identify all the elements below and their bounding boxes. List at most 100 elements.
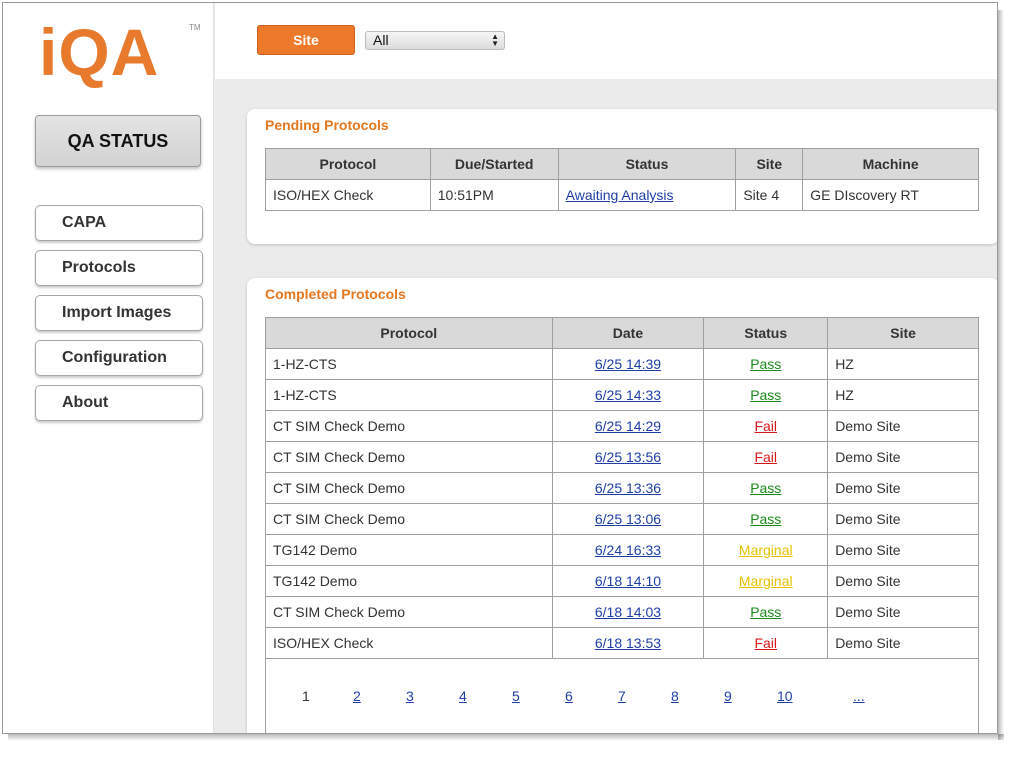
date-cell: 6/24 16:33 bbox=[551, 534, 705, 566]
status-link[interactable]: Marginal bbox=[739, 542, 793, 558]
page-link[interactable]: 6 bbox=[565, 688, 573, 704]
machine-cell: GE DIscovery RT bbox=[802, 179, 979, 211]
page-link[interactable]: 8 bbox=[671, 688, 679, 704]
status-link[interactable]: Pass bbox=[750, 604, 781, 620]
date-cell: 6/25 14:39 bbox=[551, 348, 705, 380]
protocol-cell: CT SIM Check Demo bbox=[265, 472, 553, 504]
date-link[interactable]: 6/24 16:33 bbox=[595, 542, 661, 558]
date-cell: 6/18 13:53 bbox=[551, 627, 705, 659]
site-cell: Demo Site bbox=[827, 534, 979, 566]
table-row: ISO/HEX Check 10:51PM Awaiting Analysis … bbox=[265, 179, 979, 211]
current-page: 1 bbox=[302, 688, 310, 704]
top-bar: Site All ▲ ▼ bbox=[215, 3, 997, 79]
date-link[interactable]: 6/25 13:36 bbox=[595, 480, 661, 496]
nav-configuration-button[interactable]: Configuration bbox=[35, 340, 203, 376]
status-link[interactable]: Pass bbox=[750, 480, 781, 496]
page-link[interactable]: ... bbox=[853, 688, 865, 704]
nav-import-images-button[interactable]: Import Images bbox=[35, 295, 203, 331]
protocol-cell: ISO/HEX Check bbox=[265, 627, 553, 659]
page-link[interactable]: 7 bbox=[618, 688, 626, 704]
due-cell: 10:51PM bbox=[429, 179, 559, 211]
status-link[interactable]: Pass bbox=[750, 356, 781, 372]
select-arrows-icon: ▲ ▼ bbox=[491, 32, 499, 48]
awaiting-analysis-link[interactable]: Awaiting Analysis bbox=[566, 187, 674, 203]
status-cell: Pass bbox=[703, 472, 829, 504]
date-link[interactable]: 6/25 14:33 bbox=[595, 387, 661, 403]
site-cell: Demo Site bbox=[827, 441, 979, 473]
nav-about-button[interactable]: About bbox=[35, 385, 203, 421]
completed-protocols-table: Protocol Date Status Site 1-HZ-CTS 6/25 1… bbox=[265, 317, 979, 659]
status-cell: Awaiting Analysis bbox=[557, 179, 737, 211]
site-cell: HZ bbox=[827, 379, 979, 411]
status-link[interactable]: Fail bbox=[754, 635, 777, 651]
date-link[interactable]: 6/18 14:10 bbox=[595, 573, 661, 589]
column-header-machine: Machine bbox=[802, 148, 979, 180]
status-link[interactable]: Fail bbox=[754, 418, 777, 434]
site-button[interactable]: Site bbox=[257, 25, 355, 55]
table-row: ISO/HEX Check 6/18 13:53 Fail Demo Site bbox=[265, 627, 979, 659]
protocol-cell: 1-HZ-CTS bbox=[265, 379, 553, 411]
status-link[interactable]: Pass bbox=[750, 511, 781, 527]
status-cell: Pass bbox=[703, 503, 829, 535]
table-row: 1-HZ-CTS 6/25 14:33 Pass HZ bbox=[265, 379, 979, 411]
protocol-cell: CT SIM Check Demo bbox=[265, 503, 553, 535]
status-link[interactable]: Marginal bbox=[739, 573, 793, 589]
page-link[interactable]: 2 bbox=[353, 688, 361, 704]
status-cell: Pass bbox=[703, 348, 829, 380]
date-link[interactable]: 6/25 13:06 bbox=[595, 511, 661, 527]
app-window: iQA TM QA STATUS CAPA Protocols Import I… bbox=[2, 2, 998, 734]
status-link[interactable]: Pass bbox=[750, 387, 781, 403]
column-header-site: Site bbox=[735, 148, 804, 180]
site-cell: HZ bbox=[827, 348, 979, 380]
page-link[interactable]: 5 bbox=[512, 688, 520, 704]
table-row: CT SIM Check Demo 6/25 14:29 Fail Demo Site bbox=[265, 410, 979, 442]
site-cell: Demo Site bbox=[827, 596, 979, 628]
date-link[interactable]: 6/18 13:53 bbox=[595, 635, 661, 651]
date-link[interactable]: 6/25 14:39 bbox=[595, 356, 661, 372]
table-row: CT SIM Check Demo 6/18 14:03 Pass Demo Site bbox=[265, 596, 979, 628]
date-cell: 6/25 13:06 bbox=[551, 503, 705, 535]
status-cell: Fail bbox=[703, 410, 829, 442]
date-link[interactable]: 6/18 14:03 bbox=[595, 604, 661, 620]
date-cell: 6/25 14:33 bbox=[551, 379, 705, 411]
nav-protocols-button[interactable]: Protocols bbox=[35, 250, 203, 286]
page-link[interactable]: 3 bbox=[406, 688, 414, 704]
pending-protocols-table: Protocol Due/Started Status Site Machine… bbox=[265, 148, 979, 211]
table-row: TG142 Demo 6/18 14:10 Marginal Demo Site bbox=[265, 565, 979, 597]
table-row: CT SIM Check Demo 6/25 13:56 Fail Demo Site bbox=[265, 441, 979, 473]
table-row: CT SIM Check Demo 6/25 13:06 Pass Demo Site bbox=[265, 503, 979, 535]
site-cell: Demo Site bbox=[827, 627, 979, 659]
status-cell: Fail bbox=[703, 441, 829, 473]
table-header-row: Protocol Date Status Site bbox=[265, 317, 979, 349]
date-cell: 6/25 13:56 bbox=[551, 441, 705, 473]
page-link[interactable]: 4 bbox=[459, 688, 467, 704]
protocol-cell: 1-HZ-CTS bbox=[265, 348, 553, 380]
column-header-site: Site bbox=[827, 317, 979, 349]
column-header-protocol: Protocol bbox=[265, 148, 431, 180]
page-link[interactable]: 10 bbox=[777, 688, 793, 704]
sidebar: iQA TM QA STATUS CAPA Protocols Import I… bbox=[3, 3, 214, 733]
site-cell: Demo Site bbox=[827, 410, 979, 442]
status-cell: Pass bbox=[703, 596, 829, 628]
column-header-due-started: Due/Started bbox=[429, 148, 559, 180]
status-cell: Fail bbox=[703, 627, 829, 659]
table-header-row: Protocol Due/Started Status Site Machine bbox=[265, 148, 979, 180]
site-filter-select[interactable]: All ▲ ▼ bbox=[365, 31, 505, 50]
column-header-status: Status bbox=[703, 317, 829, 349]
nav-qa-status-button[interactable]: QA STATUS bbox=[35, 115, 201, 167]
date-cell: 6/18 14:03 bbox=[551, 596, 705, 628]
date-link[interactable]: 6/25 14:29 bbox=[595, 418, 661, 434]
date-link[interactable]: 6/25 13:56 bbox=[595, 449, 661, 465]
page-link[interactable]: 9 bbox=[724, 688, 732, 704]
column-header-date: Date bbox=[551, 317, 705, 349]
table-row: TG142 Demo 6/24 16:33 Marginal Demo Site bbox=[265, 534, 979, 566]
pending-protocols-panel: Pending Protocols Protocol Due/Started S… bbox=[247, 109, 997, 244]
completed-protocols-title: Completed Protocols bbox=[265, 286, 406, 302]
date-cell: 6/25 13:36 bbox=[551, 472, 705, 504]
protocol-cell: CT SIM Check Demo bbox=[265, 410, 553, 442]
status-cell: Marginal bbox=[703, 565, 829, 597]
status-link[interactable]: Fail bbox=[754, 449, 777, 465]
site-cell: Demo Site bbox=[827, 472, 979, 504]
nav-capa-button[interactable]: CAPA bbox=[35, 205, 203, 241]
site-cell: Site 4 bbox=[735, 179, 804, 211]
